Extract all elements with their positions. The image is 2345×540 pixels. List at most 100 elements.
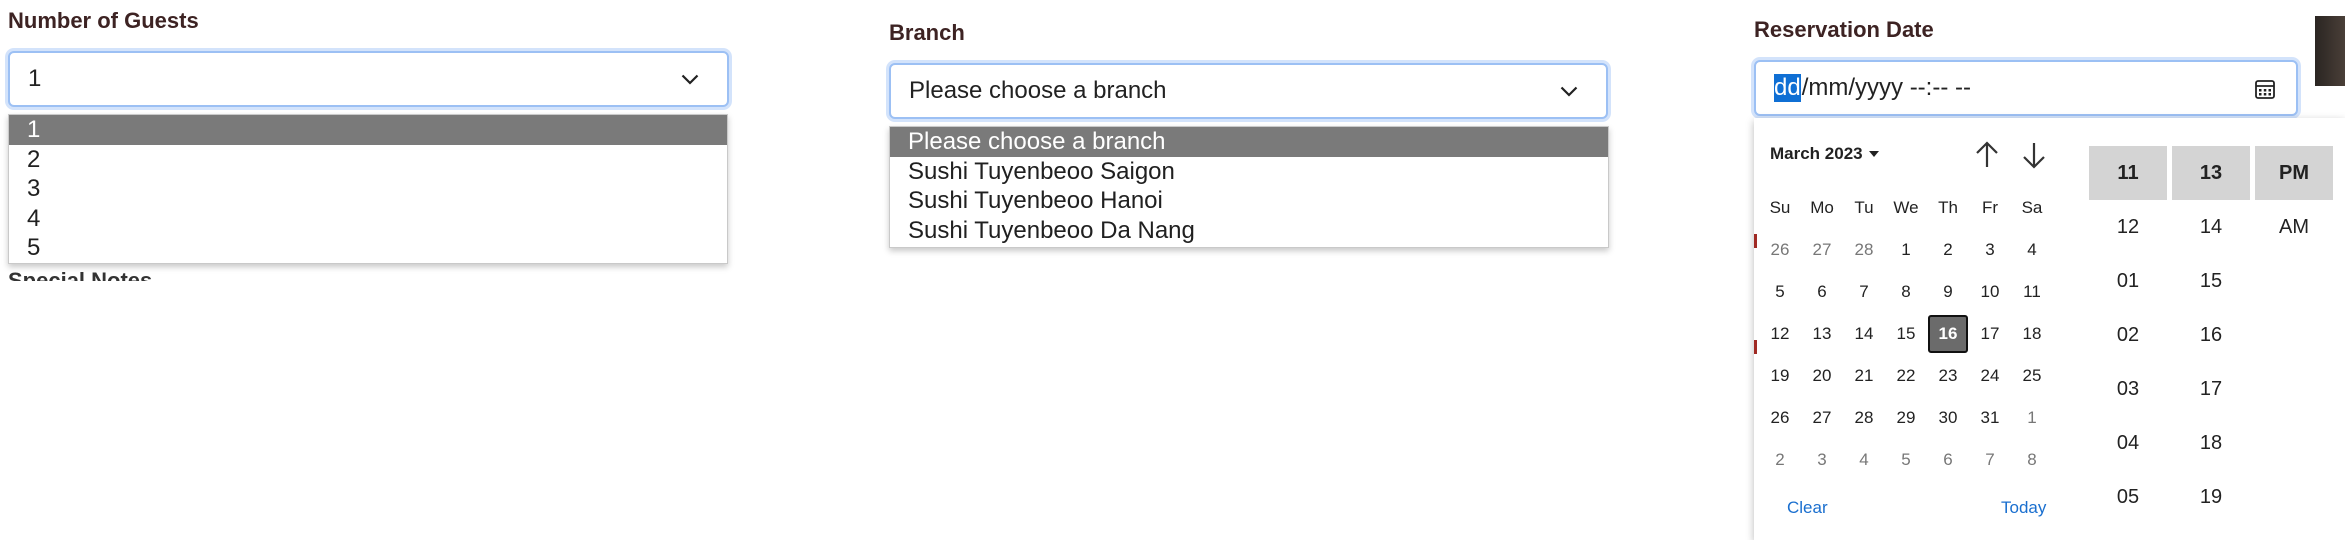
calendar-day[interactable]: 8: [1886, 273, 1926, 311]
reservation-date-label: Reservation Date: [1754, 17, 1934, 42]
calendar-day[interactable]: 14: [1844, 315, 1884, 353]
guests-option[interactable]: 3: [9, 174, 727, 204]
minute-option[interactable]: 19: [2172, 470, 2250, 524]
arrow-up-icon[interactable]: [1973, 140, 2001, 170]
calendar-day[interactable]: 25: [2012, 357, 2052, 395]
weekday-label: Su: [1769, 198, 1791, 217]
clear-button[interactable]: Clear: [1787, 498, 1828, 518]
calendar-day[interactable]: 7: [1844, 273, 1884, 311]
calendar-day[interactable]: 26: [1760, 399, 1800, 437]
guests-option[interactable]: 4: [9, 204, 727, 234]
calendar-day[interactable]: 28: [1844, 231, 1884, 269]
calendar-day[interactable]: 4: [2012, 231, 2052, 269]
calendar-day[interactable]: 29: [1886, 399, 1926, 437]
calendar-day[interactable]: 17: [1970, 315, 2010, 353]
calendar-day[interactable]: 22: [1886, 357, 1926, 395]
hour-option[interactable]: 02: [2089, 308, 2167, 362]
minute-option[interactable]: 18: [2172, 416, 2250, 470]
calendar-day[interactable]: 12: [1760, 315, 1800, 353]
calendar-day[interactable]: 8: [2012, 441, 2052, 479]
branch-label: Branch: [889, 20, 965, 45]
branch-select[interactable]: Please choose a branch: [889, 63, 1608, 119]
background-mark: [1754, 234, 1757, 248]
calendar-day[interactable]: 7: [1970, 441, 2010, 479]
date-day-segment[interactable]: dd: [1774, 74, 1801, 102]
calendar-day[interactable]: 2: [1760, 441, 1800, 479]
background-photo-edge: [2315, 16, 2345, 86]
calendar-icon[interactable]: [2254, 78, 2276, 100]
special-notes-label-partial: Special Notes: [8, 268, 153, 281]
guests-select-value: 1: [28, 65, 42, 92]
period-option[interactable]: PM: [2255, 146, 2333, 200]
weekday-label: Th: [1938, 198, 1958, 217]
branch-option[interactable]: Sushi Tuyenbeoo Saigon: [890, 157, 1608, 187]
calendar-day[interactable]: 11: [2012, 273, 2052, 311]
guests-option[interactable]: 2: [9, 145, 727, 175]
hour-option[interactable]: 11: [2089, 146, 2167, 200]
hour-column: 11 12 01 02 03 04 05: [2089, 146, 2167, 524]
branch-select-value: Please choose a branch: [909, 77, 1167, 104]
date-time-picker: March 2023 Su Mo Tu We Th Fr Sa 26 27 28 1 2 3 4 5 6 7 8…: [1754, 118, 2345, 540]
minute-option[interactable]: 16: [2172, 308, 2250, 362]
branch-option[interactable]: Please choose a branch: [890, 127, 1608, 157]
calendar-day[interactable]: 26: [1760, 231, 1800, 269]
calendar-day[interactable]: 27: [1802, 399, 1842, 437]
arrow-down-icon[interactable]: [2020, 140, 2048, 170]
guests-label: Number of Guests: [8, 8, 199, 33]
calendar-day[interactable]: 18: [2012, 315, 2052, 353]
branch-option[interactable]: Sushi Tuyenbeoo Hanoi: [890, 186, 1608, 216]
calendar-day[interactable]: 10: [1970, 273, 2010, 311]
hour-option[interactable]: 03: [2089, 362, 2167, 416]
minute-option[interactable]: 14: [2172, 200, 2250, 254]
calendar-day[interactable]: 16: [1928, 315, 1968, 353]
calendar-day[interactable]: 21: [1844, 357, 1884, 395]
hour-option[interactable]: 04: [2089, 416, 2167, 470]
calendar-day[interactable]: 1: [2012, 399, 2052, 437]
branch-listbox: Please choose a branch Sushi Tuyenbeoo Sa…: [889, 126, 1609, 248]
guests-option[interactable]: 5: [9, 233, 727, 263]
reservation-date-input[interactable]: dd /mm/yyyy --:-- --: [1754, 60, 2298, 116]
calendar-day[interactable]: 6: [1802, 273, 1842, 311]
calendar-day[interactable]: 27: [1802, 231, 1842, 269]
caret-down-icon: [1868, 151, 1879, 157]
hour-option[interactable]: 01: [2089, 254, 2167, 308]
weekday-label: We: [1893, 198, 1919, 217]
calendar-day[interactable]: 19: [1760, 357, 1800, 395]
background-mark: [1754, 340, 1757, 354]
calendar-day[interactable]: 6: [1928, 441, 1968, 479]
calendar-day[interactable]: 24: [1970, 357, 2010, 395]
hour-option[interactable]: 05: [2089, 470, 2167, 524]
guests-listbox: 12345: [8, 114, 728, 264]
calendar-day[interactable]: 5: [1886, 441, 1926, 479]
weekday-label: Mo: [1810, 198, 1834, 217]
date-remaining-segments[interactable]: /mm/yyyy --:-- --: [1802, 74, 1971, 102]
calendar-day[interactable]: 13: [1802, 315, 1842, 353]
weekday-label: Tu: [1854, 198, 1874, 217]
hour-option[interactable]: 12: [2089, 200, 2167, 254]
today-button[interactable]: Today: [2001, 498, 2046, 518]
period-option[interactable]: AM: [2255, 200, 2333, 254]
calendar-day[interactable]: 5: [1760, 273, 1800, 311]
calendar-day[interactable]: 20: [1802, 357, 1842, 395]
minute-option[interactable]: 13: [2172, 146, 2250, 200]
calendar-day[interactable]: 23: [1928, 357, 1968, 395]
branch-option[interactable]: Sushi Tuyenbeoo Da Nang: [890, 216, 1608, 246]
guests-select[interactable]: 1: [8, 51, 729, 107]
calendar-day[interactable]: 1: [1886, 231, 1926, 269]
calendar-day[interactable]: 9: [1928, 273, 1968, 311]
minute-option[interactable]: 15: [2172, 254, 2250, 308]
calendar-day[interactable]: 2: [1928, 231, 1968, 269]
calendar-day[interactable]: 3: [1970, 231, 2010, 269]
guests-option[interactable]: 1: [9, 115, 727, 145]
minute-option[interactable]: 17: [2172, 362, 2250, 416]
calendar-day[interactable]: 31: [1970, 399, 2010, 437]
period-column: PM AM: [2255, 146, 2333, 254]
calendar-day[interactable]: 3: [1802, 441, 1842, 479]
month-year-selector[interactable]: March 2023: [1770, 144, 1879, 164]
chevron-down-icon: [671, 69, 709, 89]
calendar-day[interactable]: 28: [1844, 399, 1884, 437]
minute-column: 13 14 15 16 17 18 19: [2172, 146, 2250, 524]
calendar-day[interactable]: 30: [1928, 399, 1968, 437]
calendar-day[interactable]: 15: [1886, 315, 1926, 353]
calendar-day[interactable]: 4: [1844, 441, 1884, 479]
